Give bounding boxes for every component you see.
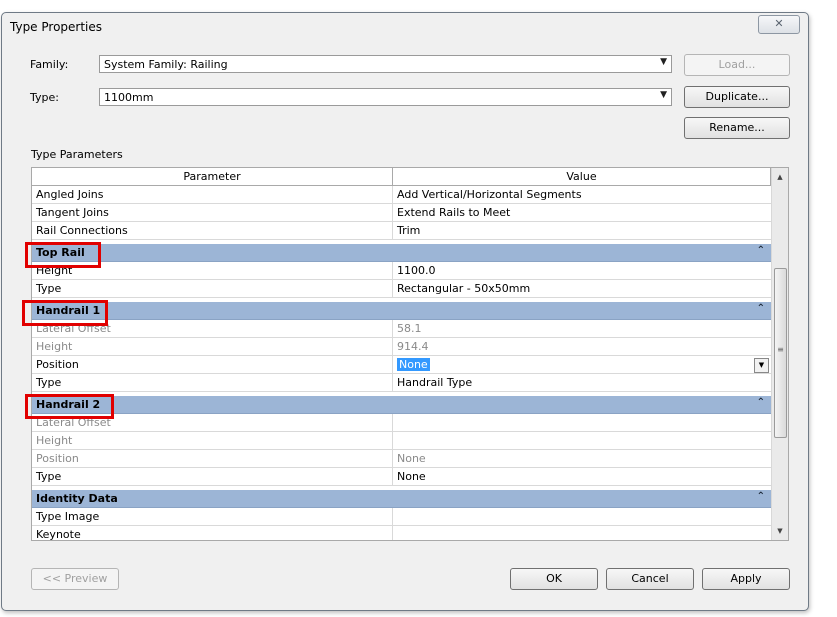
table-row[interactable]: Type Image <box>32 508 771 526</box>
type-properties-dialog: Type Properties ✕ Family: System Family:… <box>1 12 809 611</box>
param-name: Position <box>32 450 393 468</box>
param-name: Rail Connections <box>32 222 393 240</box>
param-value <box>393 432 771 450</box>
param-name: Lateral Offset <box>32 414 393 432</box>
param-value[interactable]: Add Vertical/Horizontal Segments <box>393 186 771 204</box>
close-button[interactable]: ✕ <box>758 15 800 34</box>
vertical-scrollbar[interactable]: ▲ ≡ ▼ <box>771 168 788 540</box>
param-name: Angled Joins <box>32 186 393 204</box>
ok-button[interactable]: OK <box>510 568 598 590</box>
table-row[interactable]: Height <box>32 432 771 450</box>
group-label: Handrail 1 <box>36 304 101 317</box>
param-value[interactable]: Rectangular - 50x50mm <box>393 280 771 298</box>
type-dropdown[interactable]: 1100mm ▼ <box>99 88 672 106</box>
param-name: Type <box>32 374 393 392</box>
param-value: None <box>393 450 771 468</box>
param-value[interactable]: Extend Rails to Meet <box>393 204 771 222</box>
cancel-button[interactable]: Cancel <box>606 568 694 590</box>
param-value: 58.1 <box>393 320 771 338</box>
param-value[interactable] <box>393 508 771 526</box>
duplicate-button[interactable]: Duplicate... <box>684 86 790 108</box>
table-row[interactable]: Height 1100.0 <box>32 262 771 280</box>
table-row[interactable]: Angled Joins Add Vertical/Horizontal Seg… <box>32 186 771 204</box>
table-row[interactable]: Rail Connections Trim <box>32 222 771 240</box>
family-dropdown[interactable]: System Family: Railing ▼ <box>99 55 672 73</box>
param-name: Height <box>32 262 393 280</box>
param-name: Type <box>32 280 393 298</box>
window-title: Type Properties <box>10 20 103 34</box>
close-icon: ✕ <box>774 17 784 30</box>
table-row[interactable]: Height 914.4 <box>32 338 771 356</box>
family-label: Family: <box>30 58 69 71</box>
collapse-icon[interactable]: ⌃ <box>757 245 765 256</box>
collapse-icon[interactable]: ⌃ <box>757 397 765 408</box>
param-name: Position <box>32 356 393 374</box>
param-value: 914.4 <box>393 338 771 356</box>
rename-button[interactable]: Rename... <box>684 117 790 139</box>
chevron-down-icon: ▼ <box>660 90 667 100</box>
collapse-icon[interactable]: ⌃ <box>757 491 765 502</box>
grid-body: Parameter Value Angled Joins Add Vertica… <box>32 168 771 540</box>
type-label: Type: <box>30 91 59 104</box>
group-label: Top Rail <box>36 246 85 259</box>
param-value[interactable]: Handrail Type <box>393 374 771 392</box>
table-row[interactable]: Keynote <box>32 526 771 540</box>
selected-value: None <box>397 358 430 371</box>
scroll-down-icon[interactable]: ▼ <box>772 523 788 539</box>
type-parameters-label: Type Parameters <box>31 148 123 161</box>
param-value[interactable]: Trim <box>393 222 771 240</box>
scrollbar-thumb[interactable]: ≡ <box>774 268 787 438</box>
group-header-identity-data[interactable]: Identity Data ⌃ <box>32 490 771 508</box>
table-row[interactable]: Position None ▼ <box>32 356 771 374</box>
table-row[interactable]: Tangent Joins Extend Rails to Meet <box>32 204 771 222</box>
grip-icon: ≡ <box>777 345 784 354</box>
family-dropdown-value: System Family: Railing <box>104 58 228 71</box>
type-dropdown-value: 1100mm <box>104 91 154 104</box>
type-parameters-grid: Parameter Value Angled Joins Add Vertica… <box>31 167 789 541</box>
chevron-down-icon[interactable]: ▼ <box>754 358 769 373</box>
param-value[interactable]: None <box>393 468 771 486</box>
group-header-handrail-1[interactable]: Handrail 1 ⌃ <box>32 302 771 320</box>
param-name: Tangent Joins <box>32 204 393 222</box>
param-value[interactable] <box>393 526 771 540</box>
load-button[interactable]: Load... <box>684 54 790 76</box>
param-name: Type <box>32 468 393 486</box>
collapse-icon[interactable]: ⌃ <box>757 303 765 314</box>
param-value[interactable]: 1100.0 <box>393 262 771 280</box>
group-header-top-rail[interactable]: Top Rail ⌃ <box>32 244 771 262</box>
apply-button[interactable]: Apply <box>702 568 790 590</box>
scroll-up-icon[interactable]: ▲ <box>772 169 788 185</box>
column-header-value[interactable]: Value <box>393 168 771 186</box>
table-row[interactable]: Type Rectangular - 50x50mm <box>32 280 771 298</box>
param-name: Type Image <box>32 508 393 526</box>
chevron-down-icon: ▼ <box>660 57 667 67</box>
group-header-handrail-2[interactable]: Handrail 2 ⌃ <box>32 396 771 414</box>
param-name: Keynote <box>32 526 393 540</box>
param-name: Height <box>32 432 393 450</box>
table-row[interactable]: Position None <box>32 450 771 468</box>
position-dropdown[interactable]: None ▼ <box>393 356 771 374</box>
param-value <box>393 414 771 432</box>
table-row[interactable]: Type None <box>32 468 771 486</box>
group-label: Handrail 2 <box>36 398 101 411</box>
group-label: Identity Data <box>36 492 118 505</box>
title-bar: Type Properties ✕ <box>2 13 808 41</box>
table-row[interactable]: Lateral Offset 58.1 <box>32 320 771 338</box>
table-row[interactable]: Lateral Offset <box>32 414 771 432</box>
column-header-parameter[interactable]: Parameter <box>32 168 393 186</box>
preview-button[interactable]: << Preview <box>31 568 119 590</box>
param-name: Height <box>32 338 393 356</box>
param-name: Lateral Offset <box>32 320 393 338</box>
table-row[interactable]: Type Handrail Type <box>32 374 771 392</box>
